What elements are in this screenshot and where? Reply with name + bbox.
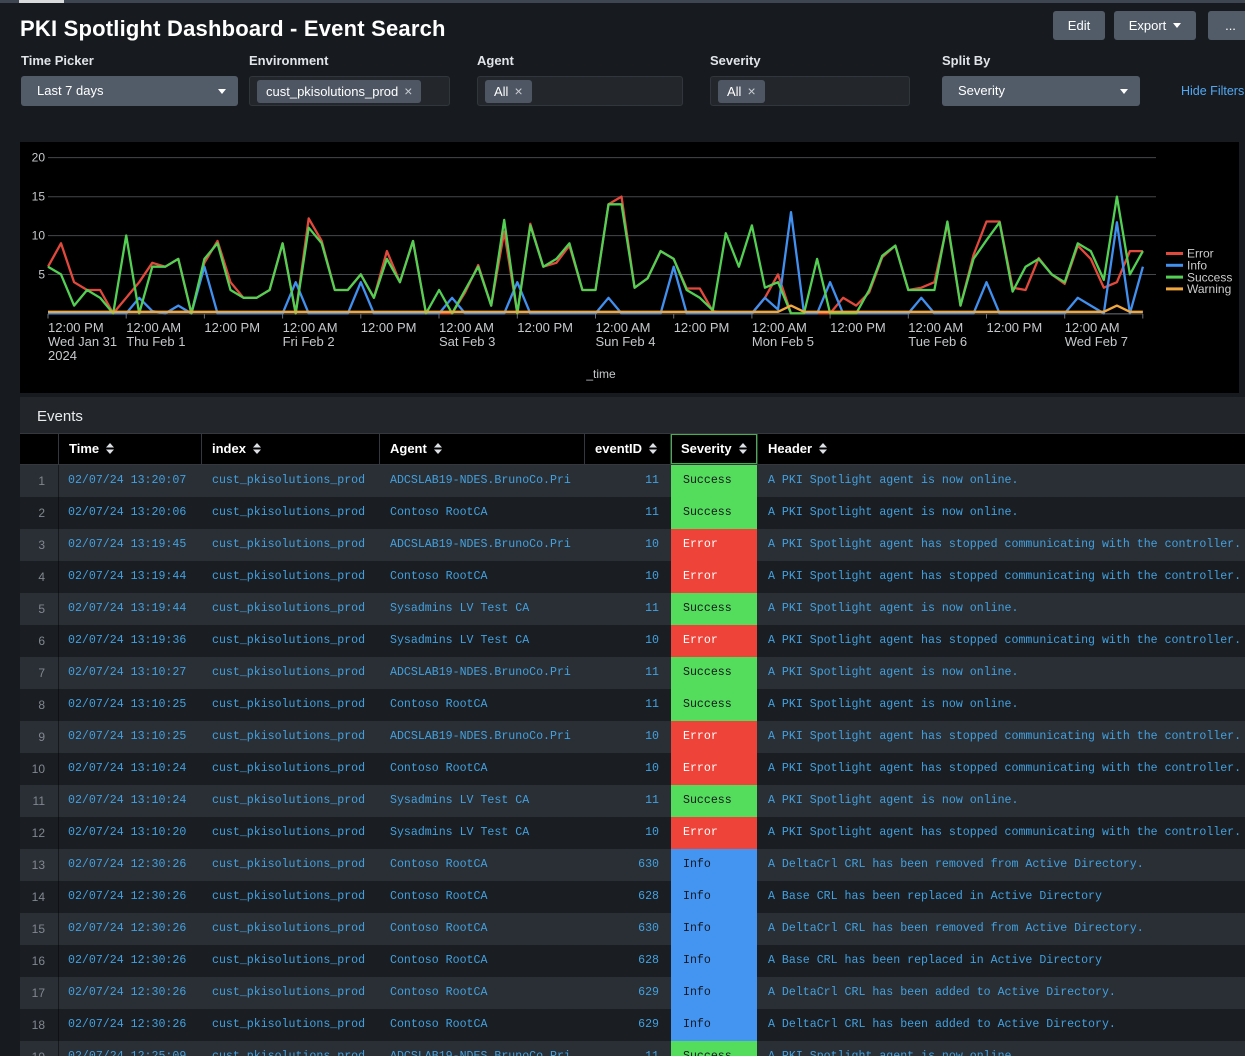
svg-text:Sun Feb 4: Sun Feb 4 <box>596 334 656 349</box>
svg-text:12:00 AM: 12:00 AM <box>596 320 651 335</box>
svg-text:12:00 AM: 12:00 AM <box>439 320 494 335</box>
svg-text:12:00 AM: 12:00 AM <box>908 320 963 335</box>
svg-text:12:00 AM: 12:00 AM <box>126 320 181 335</box>
svg-text:12:00 AM: 12:00 AM <box>283 320 338 335</box>
svg-text:2024: 2024 <box>48 348 77 363</box>
svg-text:Wed Jan 31: Wed Jan 31 <box>48 334 117 349</box>
svg-text:Warning: Warning <box>1187 282 1231 296</box>
svg-text:12:00 PM: 12:00 PM <box>517 320 573 335</box>
svg-text:12:00 PM: 12:00 PM <box>987 320 1043 335</box>
svg-text:Tue Feb 6: Tue Feb 6 <box>908 334 967 349</box>
svg-text:12:00 PM: 12:00 PM <box>674 320 730 335</box>
svg-text:15: 15 <box>32 190 46 204</box>
svg-text:12:00 PM: 12:00 PM <box>48 320 104 335</box>
svg-text:Fri Feb 2: Fri Feb 2 <box>283 334 335 349</box>
svg-text:20: 20 <box>32 151 46 165</box>
svg-text:12:00 AM: 12:00 AM <box>752 320 807 335</box>
svg-text:Sat Feb 3: Sat Feb 3 <box>439 334 495 349</box>
svg-text:Mon Feb 5: Mon Feb 5 <box>752 334 814 349</box>
svg-text:12:00 PM: 12:00 PM <box>361 320 417 335</box>
svg-text:12:00 PM: 12:00 PM <box>204 320 260 335</box>
svg-text:_time: _time <box>585 367 616 381</box>
svg-text:5: 5 <box>38 268 45 282</box>
svg-text:Wed Feb 7: Wed Feb 7 <box>1065 334 1128 349</box>
svg-text:Thu Feb 1: Thu Feb 1 <box>126 334 185 349</box>
svg-text:12:00 PM: 12:00 PM <box>830 320 886 335</box>
svg-text:10: 10 <box>32 229 46 243</box>
svg-text:12:00 AM: 12:00 AM <box>1065 320 1120 335</box>
